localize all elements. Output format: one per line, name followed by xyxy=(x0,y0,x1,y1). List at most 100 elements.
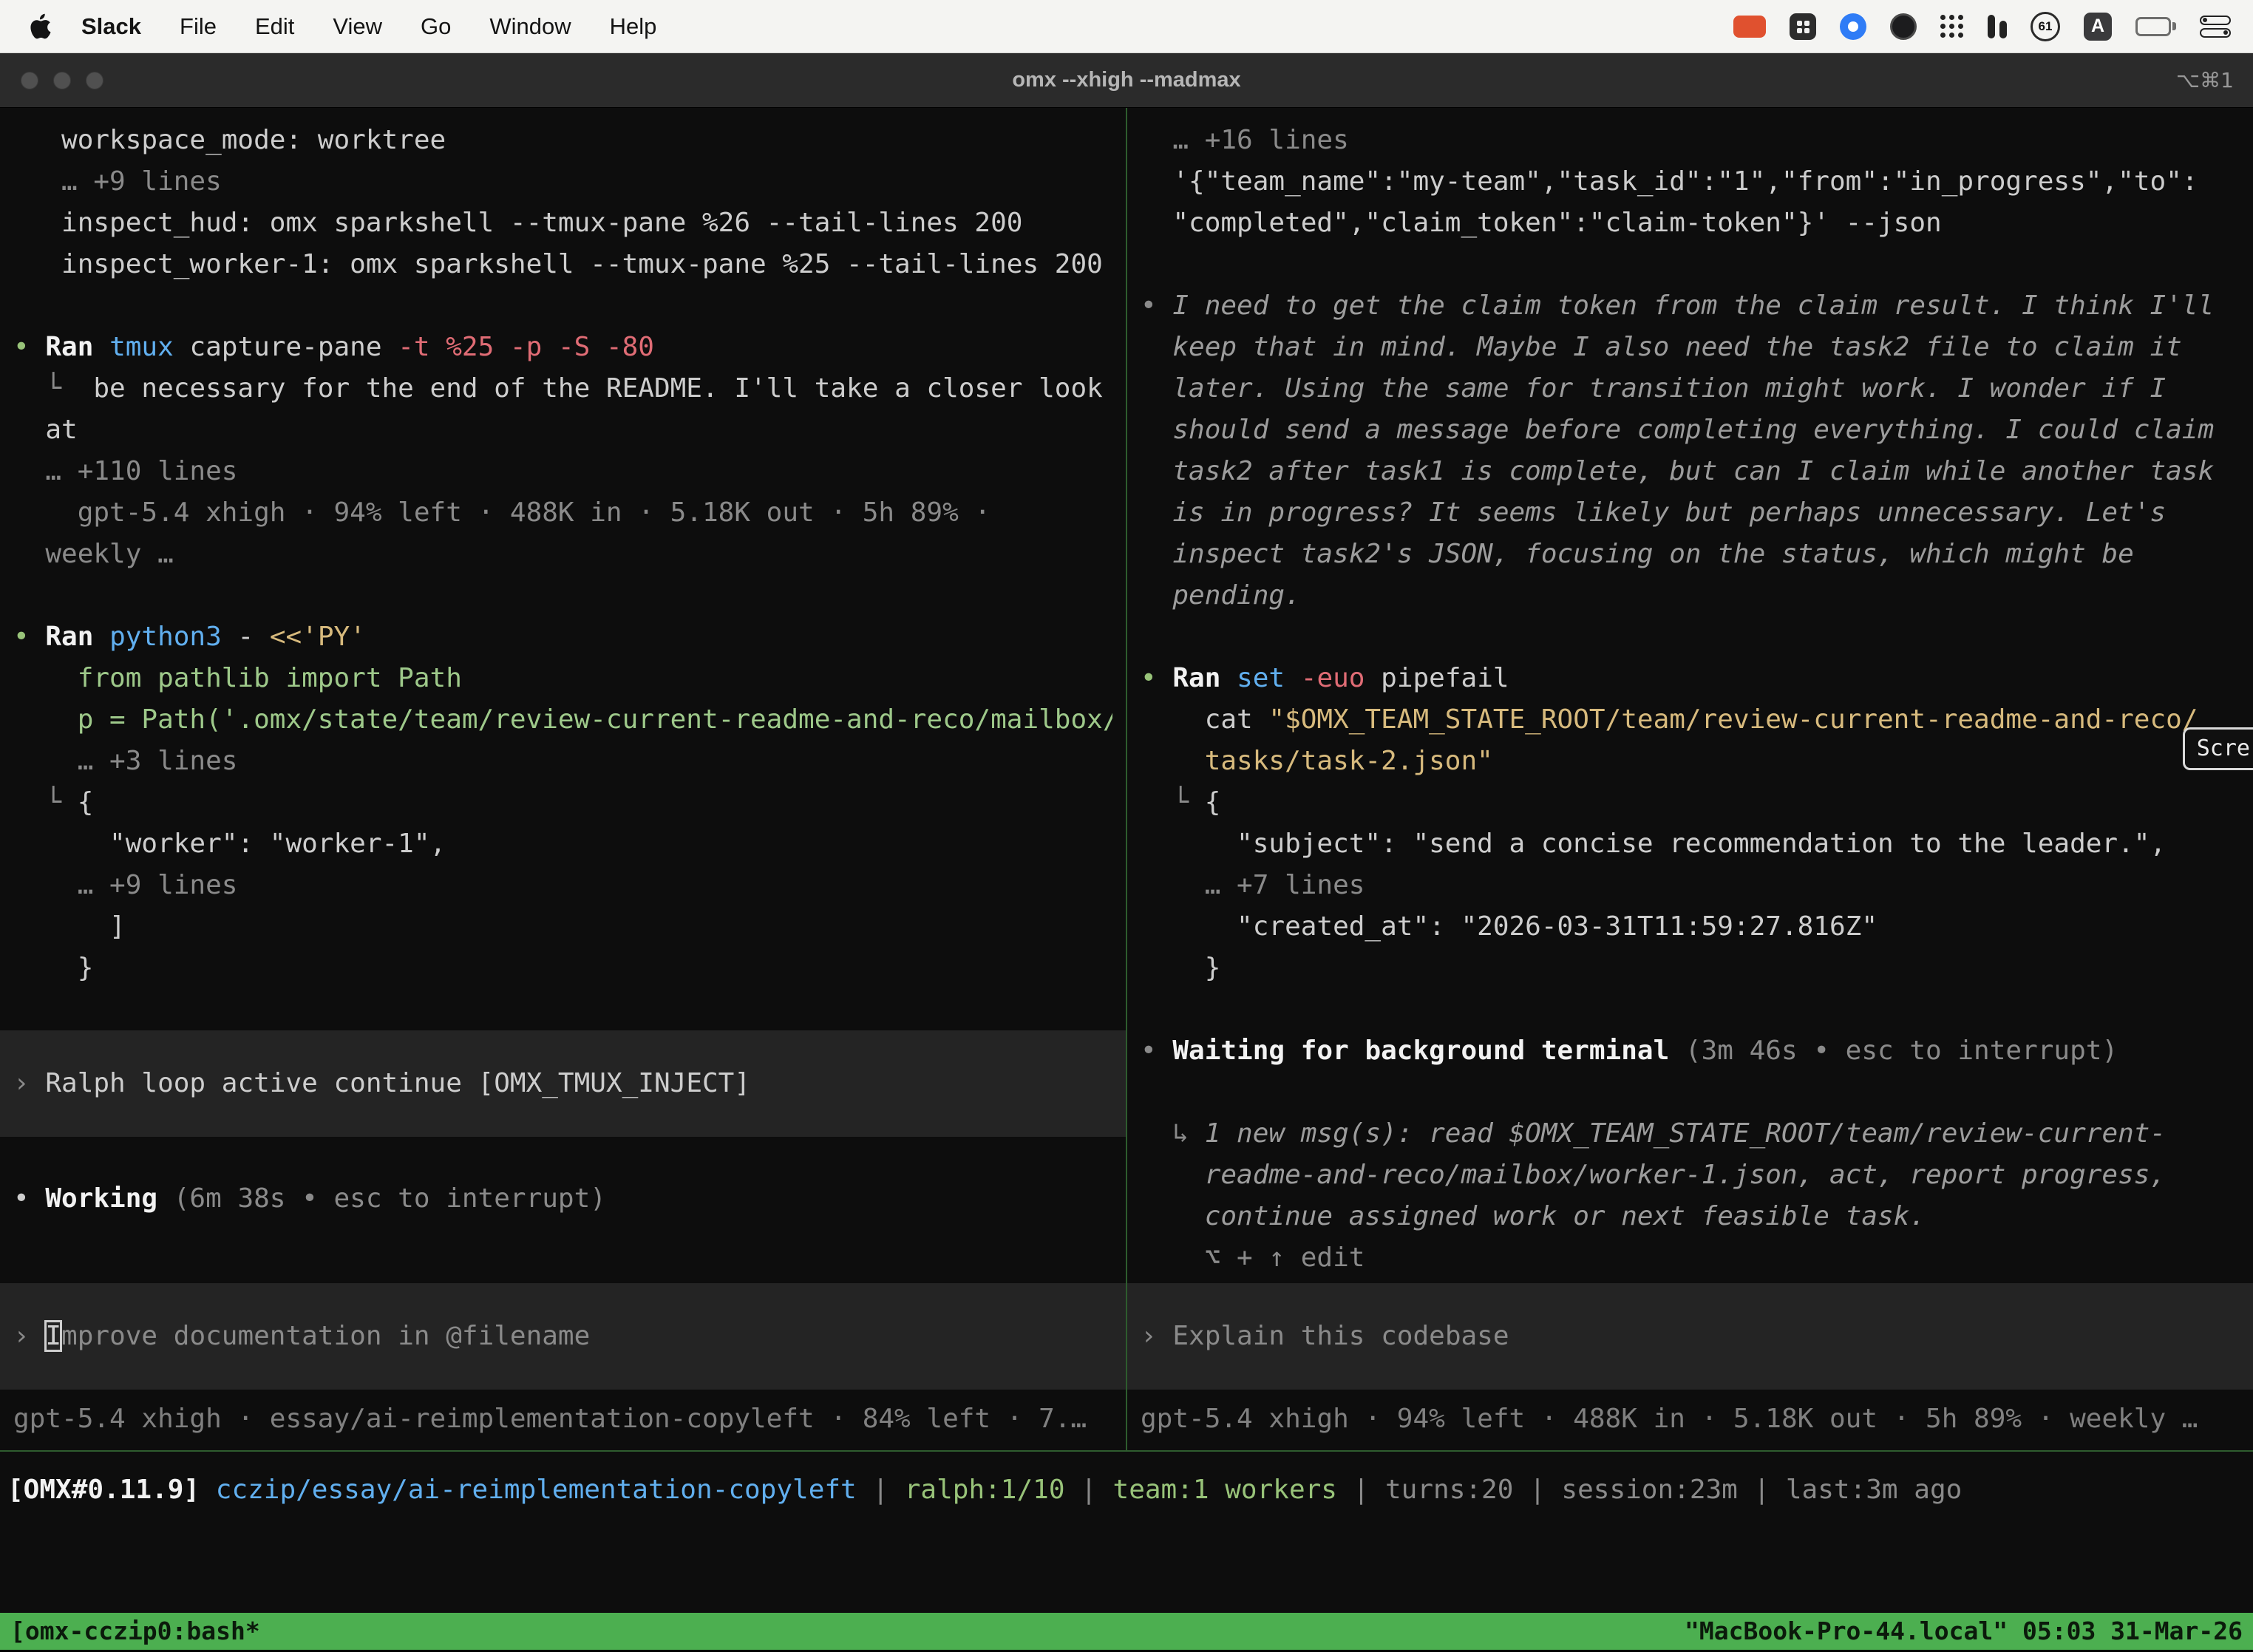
terminal-line: "subject": "send a concise recommendatio… xyxy=(1141,823,2240,865)
text-segment: [OMX#0.11.9] xyxy=(7,1475,216,1505)
zoom-button[interactable] xyxy=(86,72,103,89)
input-source-icon[interactable]: A xyxy=(2084,13,2112,41)
terminal-line: … +3 lines xyxy=(13,741,1112,782)
text-segment: ⌥ + ↑ edit xyxy=(1141,1243,1365,1273)
terminal-line: "created_at": "2026-03-31T11:59:27.816Z" xyxy=(1141,906,2240,948)
text-segment: - xyxy=(222,622,270,652)
terminal-line xyxy=(13,1137,1112,1178)
dark-app-icon[interactable] xyxy=(1890,13,1917,40)
terminal-line: gpt-5.4 xhigh · 94% left · 488K in · 5.1… xyxy=(13,492,1112,534)
terminal-line xyxy=(13,989,1112,1030)
terminal-line: workspace_mode: worktree xyxy=(13,120,1112,161)
terminal-line: … +110 lines xyxy=(13,451,1112,492)
right-pane[interactable]: … +16 lines '{"team_name":"my-team","tas… xyxy=(1127,108,2253,1450)
app-menu-title[interactable]: Slack xyxy=(81,13,141,40)
tmux-session-window: [omx-cczip0:bash* xyxy=(10,1611,260,1652)
terminal-line: ] xyxy=(13,906,1112,948)
text-segment: ↳ xyxy=(1141,1118,1205,1149)
terminal-line: • Ran tmux capture-pane -t %25 -p -S -80 xyxy=(13,327,1112,368)
left-pane[interactable]: workspace_mode: worktree … +9 lines insp… xyxy=(0,108,1126,1450)
right-prompt-input[interactable]: › Explain this codebase xyxy=(1127,1283,2253,1390)
text-segment: capture-pane xyxy=(174,332,398,362)
screen-capture-icon[interactable] xyxy=(1790,13,1816,40)
left-pane-status: gpt-5.4 xhigh · essay/ai-reimplementatio… xyxy=(13,1398,1112,1440)
text-segment xyxy=(1285,663,1301,693)
text-segment: › xyxy=(13,1068,45,1098)
terminal-line: • Ran python3 - <<'PY' xyxy=(13,616,1112,658)
menu-bar: Slack File Edit View Go Window Help 61 A xyxy=(0,0,2253,53)
terminal-line: task2 after task1 is complete, but can I… xyxy=(1141,451,2240,492)
text-segment: } xyxy=(13,953,93,983)
control-center-icon[interactable] xyxy=(2200,16,2231,38)
menu-go[interactable]: Go xyxy=(421,13,451,40)
apple-menu-icon[interactable] xyxy=(30,13,52,40)
text-segment: • xyxy=(1141,290,1172,321)
text-segment: Ran xyxy=(45,622,109,652)
terminal-line: ⌥ + ↑ edit xyxy=(1141,1237,2240,1279)
terminal-line: … +16 lines xyxy=(1141,120,2240,161)
text-segment: I need to get the claim token from the c… xyxy=(1172,290,2214,321)
left-pane-bottom: › Improve documentation in @filename gpt… xyxy=(13,1283,1112,1450)
text-segment: "subject": "send a concise recommendatio… xyxy=(1141,829,2166,859)
text-segment: └ xyxy=(13,373,93,404)
stats-icon[interactable] xyxy=(1988,15,2007,38)
prompt-row[interactable]: › Ralph loop active continue [OMX_TMUX_I… xyxy=(0,1030,1126,1137)
menu-view[interactable]: View xyxy=(333,13,382,40)
close-button[interactable] xyxy=(21,72,38,89)
blue-app-icon[interactable] xyxy=(1840,13,1866,40)
menu-file[interactable]: File xyxy=(180,13,217,40)
text-segment: (6m 38s • esc to interrupt) xyxy=(157,1183,606,1214)
terminal-line: ↳ 1 new msg(s): read $OMX_TEAM_STATE_ROO… xyxy=(1141,1113,2240,1155)
text-segment: | xyxy=(1337,1475,1385,1505)
text-segment: tmux xyxy=(109,332,174,362)
text-segment: pipefail xyxy=(1365,663,1509,693)
battery-percentage-badge[interactable]: 61 xyxy=(2031,12,2060,41)
text-segment: (3m 46s • esc to interrupt) xyxy=(1669,1036,2118,1066)
menu-help[interactable]: Help xyxy=(610,13,657,40)
text-segment: tasks/task-2.json" xyxy=(1141,746,1493,776)
left-prompt-input[interactable]: › Improve documentation in @filename xyxy=(0,1283,1126,1390)
text-segment: cat xyxy=(1141,704,1268,735)
terminal-line: later. Using the same for transition mig… xyxy=(1141,368,2240,409)
terminal-line: … +7 lines xyxy=(1141,865,2240,906)
menu-window[interactable]: Window xyxy=(489,13,571,40)
menu-edit[interactable]: Edit xyxy=(255,13,294,40)
terminal-line: } xyxy=(13,948,1112,989)
terminal-line: [OMX#0.11.9] cczip/essay/ai-reimplementa… xyxy=(7,1469,2246,1511)
terminal-line: • Ran set -euo pipefail xyxy=(1141,658,2240,699)
text-segment: -euo xyxy=(1301,663,1365,693)
text-segment: is in progress? It seems likely but perh… xyxy=(1141,497,2166,528)
text-segment: weekly … xyxy=(13,539,174,569)
terminal-line: at xyxy=(13,409,1112,451)
text-segment: inspect_hud: omx sparkshell --tmux-pane … xyxy=(13,208,1022,238)
terminal-line: } xyxy=(1141,948,2240,989)
battery-icon[interactable] xyxy=(2135,17,2176,36)
terminal-line: "completed","claim_token":"claim-token"}… xyxy=(1141,203,2240,244)
terminal-line: from pathlib import Path xyxy=(13,658,1112,699)
text-segment: later. Using the same for transition mig… xyxy=(1141,373,2166,404)
screen-recording-stop-icon[interactable] xyxy=(1733,16,1766,38)
app-grid-icon[interactable] xyxy=(1940,15,1964,38)
terminal-line: • Working (6m 38s • esc to interrupt) xyxy=(13,1178,1112,1220)
terminal-line: └ be necessary for the end of the README… xyxy=(13,368,1112,409)
terminal-line: inspect_hud: omx sparkshell --tmux-pane … xyxy=(13,203,1112,244)
text-segment: --json xyxy=(1846,208,1942,238)
text-segment: | xyxy=(1738,1475,1786,1505)
text-segment: 1 new msg(s): read $OMX_TEAM_STATE_ROOT/… xyxy=(1205,1118,2166,1149)
menu-bar-status-icons: 61 A xyxy=(1733,12,2231,41)
text-segment: └ xyxy=(13,787,78,817)
text-segment: gpt-5.4 xhigh · 94% left · 488K in · 5.1… xyxy=(13,497,990,528)
text-segment: I xyxy=(45,1321,61,1351)
terminal-line xyxy=(13,285,1112,327)
terminal-line: keep that in mind. Maybe I also need the… xyxy=(1141,327,2240,368)
minimize-button[interactable] xyxy=(53,72,71,89)
screenshot-notification-text: Scre xyxy=(2197,735,2250,761)
screenshot-notification[interactable]: Scre xyxy=(2183,727,2253,770)
text-segment: { xyxy=(1205,787,1221,817)
terminal-line: tasks/task-2.json" xyxy=(1141,741,2240,782)
tmux-status-bar: [omx-cczip0:bash* "MacBook-Pro-44.local"… xyxy=(0,1613,2253,1650)
text-segment: Explain this codebase xyxy=(1172,1321,1509,1351)
text-segment: inspect_worker-1: omx sparkshell --tmux-… xyxy=(13,249,1103,279)
text-segment: { xyxy=(78,787,94,817)
text-segment: | xyxy=(1513,1475,1561,1505)
